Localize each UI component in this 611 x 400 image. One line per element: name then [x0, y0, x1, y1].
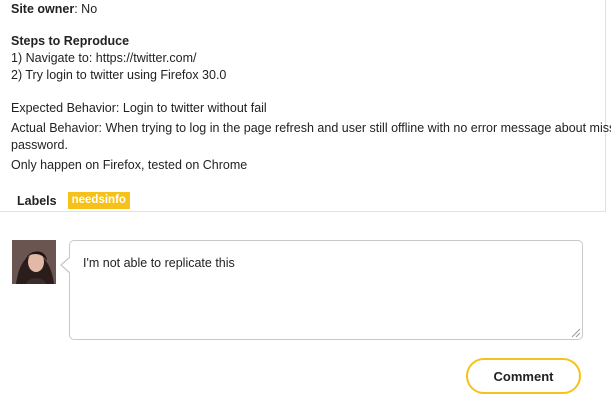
comment-textarea[interactable]	[69, 240, 583, 340]
step-1-text: 1) Navigate to: https://twitter.com/	[11, 51, 197, 65]
comment-box-pointer-fill	[62, 257, 71, 273]
site-owner-line: Site owner: No	[11, 2, 97, 17]
textarea-resize-icon[interactable]	[571, 328, 581, 338]
site-owner-value: : No	[74, 2, 98, 16]
user-avatar[interactable]	[12, 240, 56, 284]
label-badge-needsinfo[interactable]: needsinfo	[67, 192, 130, 209]
avatar-portrait-icon	[12, 240, 56, 284]
labels-row: Labels needsinfo	[17, 192, 130, 209]
steps-to-reproduce-heading: Steps to Reproduce	[11, 34, 130, 48]
issue-page: Site owner: No Steps to Reproduce 1) Nav…	[0, 0, 611, 400]
site-owner-label: Site owner	[11, 2, 75, 16]
browser-note-text: Only happen on Firefox, tested on Chrome	[11, 158, 248, 172]
expected-behavior-text: Expected Behavior: Login to twitter with…	[11, 101, 267, 115]
actual-behavior-text: Actual Behavior: When trying to log in t…	[11, 121, 611, 135]
actual-behavior-continuation: password.	[11, 138, 68, 152]
labels-title: Labels	[17, 193, 57, 208]
step-2-text: 2) Try login to twitter using Firefox 30…	[11, 68, 227, 82]
issue-report: Site owner: No Steps to Reproduce 1) Nav…	[0, 0, 611, 212]
comment-input-text[interactable]: I'm not able to replicate this	[83, 256, 235, 271]
comment-submit-button[interactable]: Comment	[466, 358, 581, 394]
